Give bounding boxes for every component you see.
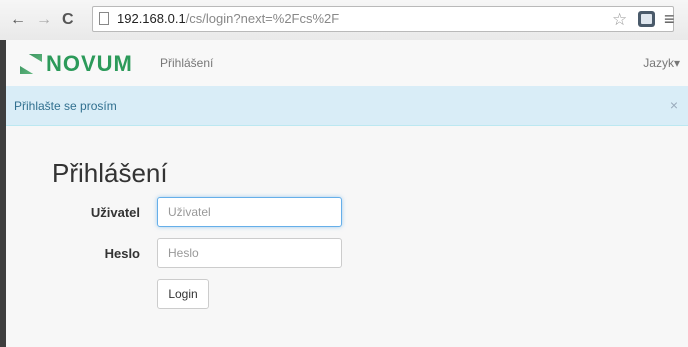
forward-icon[interactable]: → bbox=[36, 11, 52, 29]
info-alert: Přihlašte se prosím × bbox=[6, 86, 688, 126]
brand-logo[interactable]: NOVUM bbox=[20, 51, 133, 77]
reload-icon[interactable]: C bbox=[62, 11, 74, 29]
brand-name: NOVUM bbox=[46, 51, 133, 76]
language-dropdown[interactable]: Jazyk▾ bbox=[643, 56, 680, 70]
browser-toolbar: ← → C 192.168.0.1/cs/login?next=%2Fcs%2F… bbox=[0, 0, 688, 41]
password-label: Heslo bbox=[104, 246, 140, 261]
bookmark-star-icon[interactable]: ☆ bbox=[612, 10, 627, 30]
page-icon bbox=[99, 12, 109, 25]
alert-message: Přihlašte se prosím bbox=[14, 99, 117, 113]
url-text[interactable]: 192.168.0.1/cs/login?next=%2Fcs%2F bbox=[117, 11, 339, 26]
username-label: Uživatel bbox=[90, 205, 140, 220]
novum-logo-icon bbox=[20, 54, 42, 74]
close-icon[interactable]: × bbox=[670, 97, 678, 113]
caret-down-icon: ▾ bbox=[673, 56, 680, 70]
browser-menu-icon[interactable]: ≡ bbox=[664, 9, 675, 30]
back-icon[interactable]: ← bbox=[10, 11, 26, 29]
address-bar[interactable]: 192.168.0.1/cs/login?next=%2Fcs%2F bbox=[92, 6, 674, 32]
extension-icon[interactable] bbox=[638, 11, 655, 27]
login-button[interactable]: Login bbox=[157, 279, 209, 309]
language-label: Jazyk bbox=[643, 56, 674, 70]
url-host: 192.168.0.1 bbox=[117, 11, 186, 26]
page-title: Přihlášení bbox=[52, 158, 168, 188]
site-navbar: NOVUM Přihlášení Jazyk▾ bbox=[6, 40, 688, 87]
url-path: /cs/login?next=%2Fcs%2F bbox=[185, 11, 340, 26]
username-input[interactable] bbox=[157, 197, 342, 227]
nav-link-login[interactable]: Přihlášení bbox=[160, 56, 213, 70]
password-input[interactable] bbox=[157, 238, 342, 268]
